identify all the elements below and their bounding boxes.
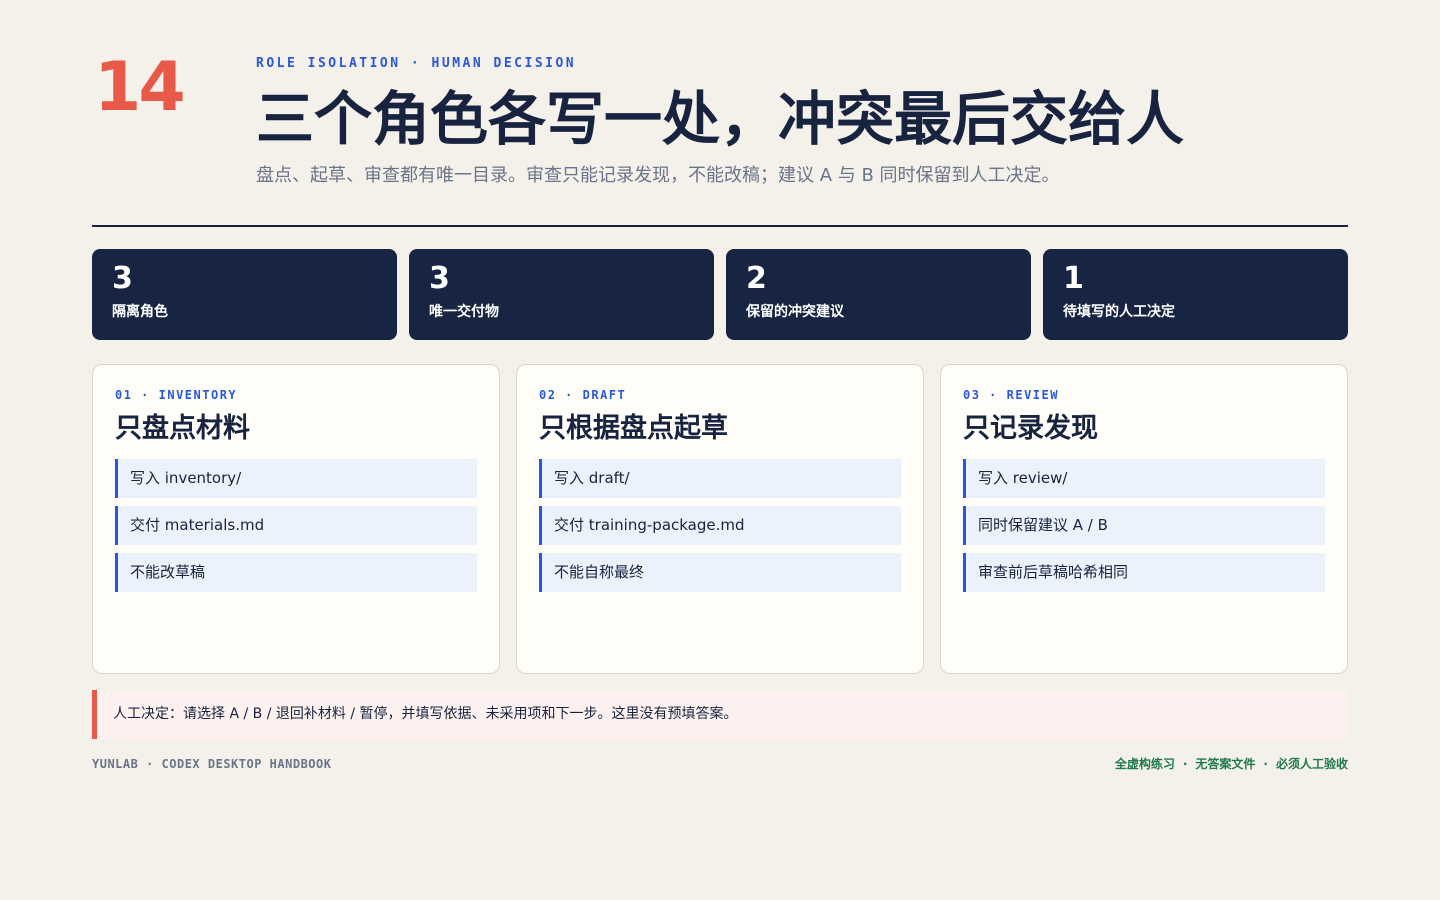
card-title: 只盘点材料 [115,413,250,444]
page-subtitle: 盘点、起草、审查都有唯一目录。审查只能记录发现，不能改稿；建议 A 与 B 同时… [256,165,1060,186]
stat-value: 1 [1063,261,1084,296]
footer-tag: 全虚构练习 [1114,757,1175,771]
footer-tag: 必须人工验收 [1275,757,1348,771]
list-item: 写入 inventory/ [115,459,477,498]
list-item: 不能自称最终 [539,553,901,592]
stat-value: 2 [746,261,767,296]
page-number: 14 [94,48,186,127]
stat-card-conflict-suggestions: 2 保留的冲突建议 [726,249,1031,340]
card-kicker: 03 · REVIEW [963,388,1059,402]
stat-card-pending-decision: 1 待填写的人工决定 [1043,249,1348,340]
role-card-inventory: 01 · INVENTORY 只盘点材料 写入 inventory/ 交付 ma… [92,364,500,674]
stat-label: 隔离角色 [112,304,168,320]
list-item: 同时保留建议 A / B [963,506,1325,545]
list-item: 交付 training-package.md [539,506,901,545]
page-title: 三个角色各写一处，冲突最后交给人 [256,85,1185,153]
human-decision-callout: 人工决定：请选择 A / B / 退回补材料 / 暂停，并填写依据、未采用项和下… [92,690,1348,739]
role-card-review: 03 · REVIEW 只记录发现 写入 review/ 同时保留建议 A / … [940,364,1348,674]
footer-separator: · [1263,757,1268,771]
footer-tag: 无答案文件 [1195,757,1256,771]
list-item: 写入 review/ [963,459,1325,498]
footer-brand: YUNLAB · CODEX DESKTOP HANDBOOK [92,757,332,771]
header: ROLE ISOLATION · HUMAN DECISION 三个角色各写一处… [256,56,1348,188]
list-item: 不能改草稿 [115,553,477,592]
stat-card-isolated-roles: 3 隔离角色 [92,249,397,340]
card-items: 写入 inventory/ 交付 materials.md 不能改草稿 [115,459,477,592]
stat-label: 唯一交付物 [429,304,499,320]
stat-label: 待填写的人工决定 [1063,304,1175,320]
list-item: 交付 materials.md [115,506,477,545]
stat-value: 3 [429,261,450,296]
header-divider [92,225,1348,227]
stat-label: 保留的冲突建议 [746,304,844,320]
footer-separator: · [1182,757,1188,771]
card-kicker: 01 · INVENTORY [115,388,238,402]
stat-card-unique-deliverables: 3 唯一交付物 [409,249,714,340]
stat-value: 3 [112,261,133,296]
list-item: 审查前后草稿哈希相同 [963,553,1325,592]
role-card-draft: 02 · DRAFT 只根据盘点起草 写入 draft/ 交付 training… [516,364,924,674]
role-cards: 01 · INVENTORY 只盘点材料 写入 inventory/ 交付 ma… [92,364,1348,674]
footer-tags: 全虚构练习 · 无答案文件 · 必须人工验收 [1115,756,1348,772]
card-kicker: 02 · DRAFT [539,388,627,402]
list-item: 写入 draft/ [539,459,901,498]
stats-row: 3 隔离角色 3 唯一交付物 2 保留的冲突建议 1 待填写的人工决定 [92,249,1348,340]
card-items: 写入 draft/ 交付 training-package.md 不能自称最终 [539,459,901,592]
card-title: 只记录发现 [963,413,1098,444]
card-items: 写入 review/ 同时保留建议 A / B 审查前后草稿哈希相同 [963,459,1325,592]
card-title: 只根据盘点起草 [539,413,728,444]
header-kicker: ROLE ISOLATION · HUMAN DECISION [256,56,577,71]
